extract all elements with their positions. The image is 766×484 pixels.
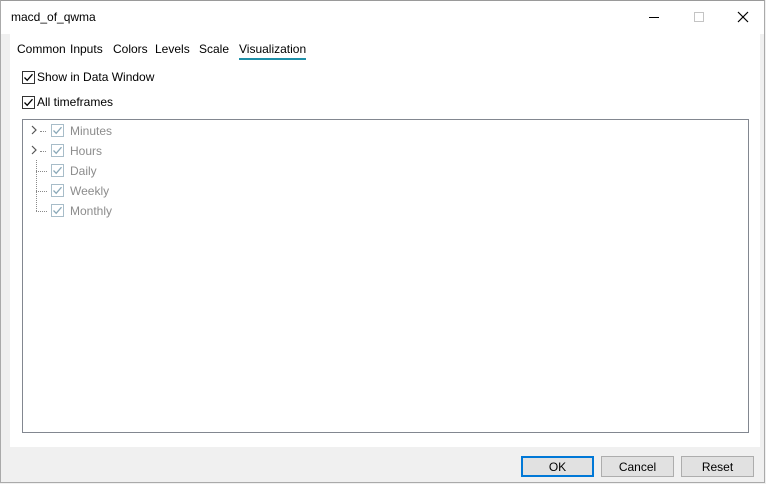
minimize-button[interactable] [631,1,676,33]
tree-checkbox[interactable] [51,204,64,217]
tree-item-daily[interactable]: Daily [23,161,223,181]
tree-item-minutes[interactable]: Minutes [23,121,223,141]
checkmark-icon [53,206,62,215]
timeframes-tree[interactable]: Minutes Hours Daily Weekly Monthly [22,119,749,433]
tree-item-weekly[interactable]: Weekly [23,181,223,201]
tree-item-label: Monthly [70,204,113,218]
checkmark-icon [24,73,33,81]
title-bar[interactable]: macd_of_qwma [1,1,764,34]
active-tab-indicator [239,58,307,60]
tree-item-label: Minutes [70,124,113,138]
ok-button[interactable]: OK [521,456,594,477]
tree-item-label: Hours [70,144,103,158]
cancel-button[interactable]: Cancel [601,456,674,477]
show-in-data-window-label: Show in Data Window [37,70,155,84]
all-timeframes-checkbox[interactable]: All timeframes [22,94,113,110]
tree-item-label: Weekly [70,184,110,198]
tab-visualization[interactable]: Visualization [239,42,307,60]
tab-inputs[interactable]: Inputs [70,42,103,56]
checkbox-box [22,95,35,109]
tree-checkbox[interactable] [51,184,64,197]
minimize-icon [648,17,659,18]
close-button[interactable] [720,1,765,33]
tab-visualization-label: Visualization [239,42,307,56]
checkmark-icon [53,126,62,135]
window-title: macd_of_qwma [11,10,96,24]
tab-panel: Common Inputs Colors Levels Scale Visual… [10,34,760,447]
tree-checkbox[interactable] [51,164,64,177]
tab-scale[interactable]: Scale [199,42,229,56]
maximize-icon [693,12,704,22]
chevron-right-icon[interactable] [29,145,39,155]
tab-common[interactable]: Common [17,42,66,56]
close-icon [737,11,748,23]
tree-item-hours[interactable]: Hours [23,141,223,161]
tab-colors[interactable]: Colors [113,42,148,56]
checkmark-icon [53,186,62,195]
checkbox-box [22,70,35,84]
checkmark-icon [53,166,62,175]
checkmark-icon [24,98,33,106]
tab-levels[interactable]: Levels [155,42,190,56]
chevron-right-icon[interactable] [29,125,39,135]
tree-item-label: Daily [70,164,97,178]
tree-checkbox[interactable] [51,124,64,137]
maximize-button [676,1,721,33]
tree-item-monthly[interactable]: Monthly [23,201,223,221]
show-in-data-window-checkbox[interactable]: Show in Data Window [22,69,154,85]
all-timeframes-label: All timeframes [37,95,114,109]
checkmark-icon [53,146,62,155]
dialog-window: macd_of_qwma Common Inputs Colors Levels… [0,0,765,483]
tree-checkbox[interactable] [51,144,64,157]
reset-button[interactable]: Reset [681,456,754,477]
